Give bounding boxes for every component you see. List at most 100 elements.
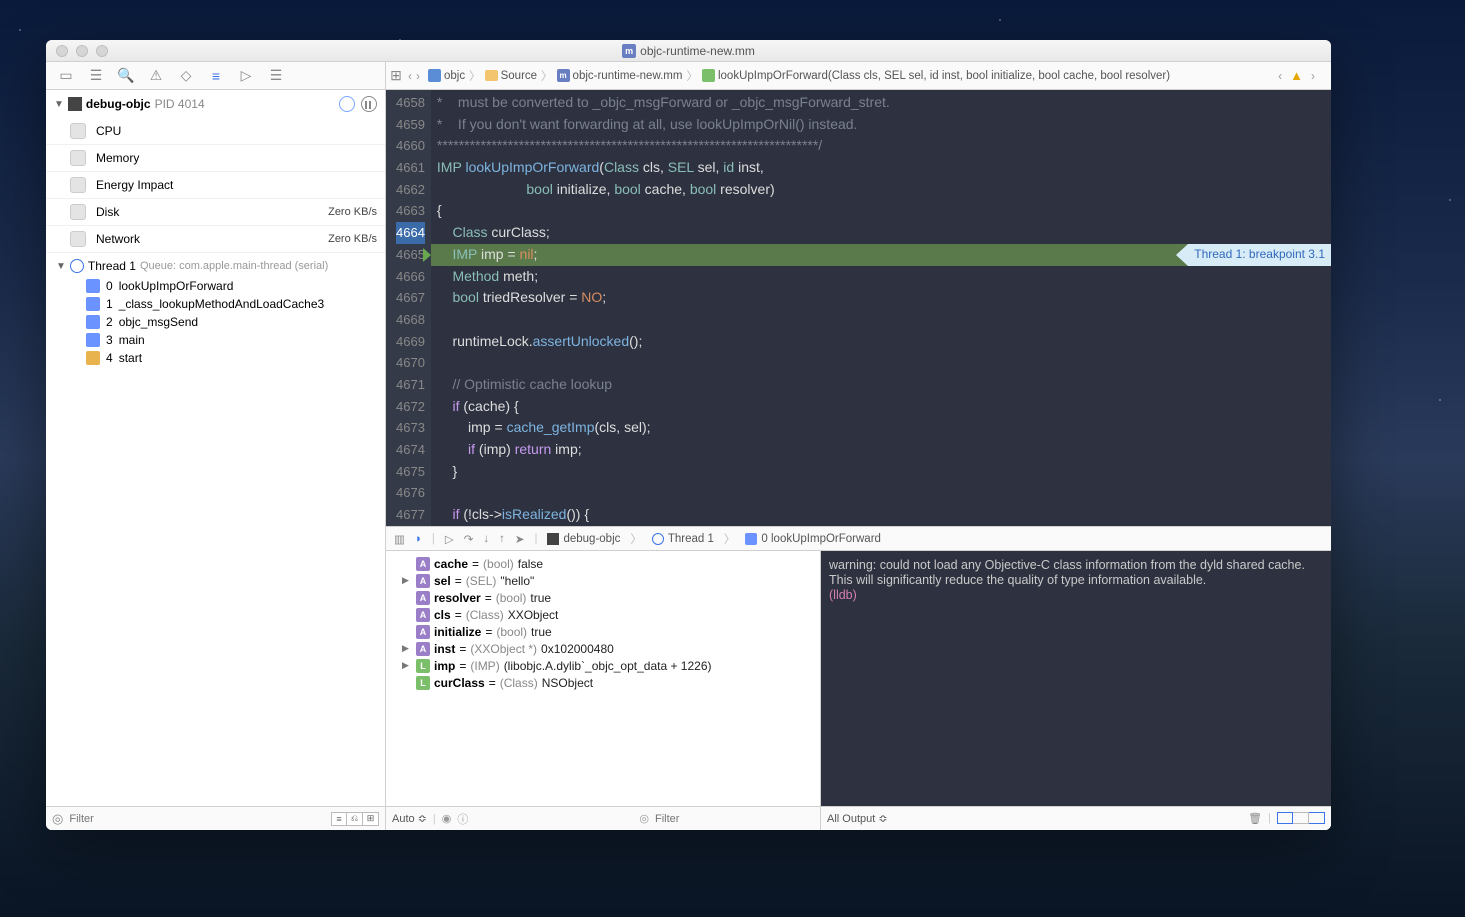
test-nav-icon[interactable]: ◇ bbox=[176, 66, 196, 86]
code-line[interactable]: IMP lookUpImpOrForward(Class cls, SEL se… bbox=[431, 157, 1331, 179]
gauge-toggle-icon[interactable] bbox=[339, 96, 355, 112]
stack-frame[interactable]: 0 lookUpImpOrForward bbox=[46, 277, 385, 295]
code-line[interactable]: Class curClass; bbox=[431, 222, 1331, 244]
gutter-line[interactable]: 4676 bbox=[396, 482, 425, 504]
clear-console-icon[interactable]: 🗑 bbox=[1248, 812, 1262, 825]
thread-filter-segments[interactable]: ≡⎌⊞ bbox=[331, 812, 379, 826]
breakpoints-toggle-icon[interactable]: ◗ bbox=[415, 533, 422, 545]
variable-row[interactable]: L curClass = (Class) NSObject bbox=[392, 674, 814, 691]
code-line[interactable]: runtimeLock.assertUnlocked(); bbox=[431, 331, 1331, 353]
debug-panes-toggle[interactable] bbox=[1277, 812, 1325, 825]
gutter-line[interactable]: 4666 bbox=[396, 266, 425, 288]
gutter-line[interactable]: 4658 bbox=[396, 92, 425, 114]
gutter-line[interactable]: 4665 bbox=[396, 244, 425, 266]
disclosure-icon[interactable]: ▶ bbox=[402, 643, 412, 654]
variables-list[interactable]: A cache = (bool) false▶ A sel = (SEL) "h… bbox=[386, 551, 820, 806]
variables-mode-select[interactable]: Auto ≎ bbox=[392, 812, 427, 825]
code-line[interactable]: imp = cache_getImp(cls, sel); bbox=[431, 417, 1331, 439]
code-line[interactable] bbox=[431, 352, 1331, 374]
warning-icon[interactable]: ▲ bbox=[1290, 68, 1303, 83]
filter-threads-icon[interactable] bbox=[361, 96, 377, 112]
code-line[interactable]: bool initialize, bool cache, bool resolv… bbox=[431, 179, 1331, 201]
debug-nav-icon[interactable]: ≡ bbox=[206, 66, 226, 86]
gauge-row-cpu[interactable]: CPU bbox=[46, 118, 385, 144]
code-line[interactable]: } bbox=[431, 461, 1331, 483]
print-description-icon[interactable]: ⓘ bbox=[457, 811, 468, 827]
dbg-frame-crumb[interactable]: 0 lookUpImpOrForward bbox=[745, 533, 881, 545]
thread-row[interactable]: ▼ Thread 1 Queue: com.apple.main-thread … bbox=[46, 252, 385, 277]
variables-filter-input[interactable] bbox=[655, 813, 814, 825]
hide-debug-icon[interactable]: ▥ bbox=[394, 532, 405, 546]
stack-frame[interactable]: 1 _class_lookupMethodAndLoadCache3 bbox=[46, 295, 385, 313]
step-out-icon[interactable]: ↑ bbox=[499, 533, 505, 545]
gutter-line[interactable]: 4667 bbox=[396, 287, 425, 309]
code-line[interactable]: ****************************************… bbox=[431, 135, 1331, 157]
gauge-row-network[interactable]: Network Zero KB/s bbox=[46, 225, 385, 252]
code-line[interactable]: if (!cls->isRealized()) { bbox=[431, 504, 1331, 526]
gutter-line[interactable]: 4660 bbox=[396, 135, 425, 157]
disclosure-icon[interactable]: ▶ bbox=[402, 660, 412, 671]
prev-issue-icon[interactable]: ‹ bbox=[1276, 69, 1284, 83]
gutter-line[interactable]: 4664 bbox=[396, 222, 425, 244]
line-gutter[interactable]: 4658465946604661466246634664466546664667… bbox=[386, 90, 431, 526]
step-in-icon[interactable]: ↓ bbox=[483, 533, 489, 545]
view-debug-icon[interactable]: ➤ bbox=[515, 532, 525, 546]
gutter-line[interactable]: 4661 bbox=[396, 157, 425, 179]
code-line[interactable]: // Optimistic cache lookup bbox=[431, 374, 1331, 396]
breakpoint-nav-icon[interactable]: ▷ bbox=[236, 66, 256, 86]
gutter-line[interactable]: 4669 bbox=[396, 331, 425, 353]
back-icon[interactable]: ‹ bbox=[406, 69, 414, 83]
gutter-line[interactable]: 4662 bbox=[396, 179, 425, 201]
variable-row[interactable]: ▶ A sel = (SEL) "hello" bbox=[392, 572, 814, 589]
search-nav-icon[interactable]: 🔍 bbox=[116, 66, 136, 86]
dbg-process-crumb[interactable]: debug-objc bbox=[547, 533, 620, 545]
console-mode-select[interactable]: All Output ≎ bbox=[827, 812, 888, 825]
navigator-filter-input[interactable] bbox=[69, 813, 325, 825]
gutter-line[interactable]: 4674 bbox=[396, 439, 425, 461]
code-line[interactable] bbox=[431, 309, 1331, 331]
gauge-row-disk[interactable]: Disk Zero KB/s bbox=[46, 198, 385, 225]
gutter-line[interactable]: 4677 bbox=[396, 504, 425, 526]
gutter-line[interactable]: 4663 bbox=[396, 200, 425, 222]
gutter-line[interactable]: 4673 bbox=[396, 417, 425, 439]
next-issue-icon[interactable]: › bbox=[1309, 69, 1317, 83]
continue-icon[interactable]: ▷ bbox=[445, 532, 454, 546]
stack-frame[interactable]: 4 start bbox=[46, 349, 385, 367]
filter-icon[interactable]: ◎ bbox=[52, 811, 63, 827]
gutter-line[interactable]: 4659 bbox=[396, 114, 425, 136]
disclosure-icon[interactable]: ▼ bbox=[54, 99, 64, 110]
code-line[interactable]: if (cache) { bbox=[431, 396, 1331, 418]
stack-frame[interactable]: 3 main bbox=[46, 331, 385, 349]
forward-icon[interactable]: › bbox=[414, 69, 422, 83]
code-line[interactable] bbox=[431, 482, 1331, 504]
related-items-icon[interactable]: ⊞ bbox=[386, 66, 406, 86]
gutter-line[interactable]: 4675 bbox=[396, 461, 425, 483]
symbol-nav-icon[interactable]: ☰ bbox=[86, 66, 106, 86]
gutter-line[interactable]: 4670 bbox=[396, 352, 425, 374]
variable-row[interactable]: A initialize = (bool) true bbox=[392, 623, 814, 640]
source-editor[interactable]: 4658465946604661466246634664466546664667… bbox=[386, 90, 1331, 526]
issue-nav-icon[interactable]: ⚠ bbox=[146, 66, 166, 86]
process-row[interactable]: ▼ debug-objc PID 4014 bbox=[46, 90, 385, 118]
variable-row[interactable]: ▶ L imp = (IMP) (libobjc.A.dylib`_objc_o… bbox=[392, 657, 814, 674]
quicklook-icon[interactable]: ◉ bbox=[442, 812, 452, 825]
code-line[interactable]: if (imp) return imp; bbox=[431, 439, 1331, 461]
console-output[interactable]: warning: could not load any Objective-C … bbox=[821, 551, 1331, 806]
variable-row[interactable]: ▶ A inst = (XXObject *) 0x102000480 bbox=[392, 640, 814, 657]
code-line[interactable]: * must be converted to _objc_msgForward … bbox=[431, 92, 1331, 114]
disclosure-icon[interactable]: ▼ bbox=[56, 261, 66, 272]
gutter-line[interactable]: 4672 bbox=[396, 396, 425, 418]
jump-bar[interactable]: objc 〉 Source 〉 m objc-runtime-new.mm 〉 … bbox=[422, 68, 1331, 84]
project-nav-icon[interactable]: ▭ bbox=[56, 66, 76, 86]
step-over-icon[interactable]: ↷ bbox=[464, 532, 474, 546]
gutter-line[interactable]: 4671 bbox=[396, 374, 425, 396]
variable-row[interactable]: A resolver = (bool) true bbox=[392, 589, 814, 606]
stack-frame[interactable]: 2 objc_msgSend bbox=[46, 313, 385, 331]
code-line[interactable]: Method meth; bbox=[431, 266, 1331, 288]
code-line[interactable]: * If you don't want forwarding at all, u… bbox=[431, 114, 1331, 136]
gutter-line[interactable]: 4668 bbox=[396, 309, 425, 331]
filter-icon[interactable]: ◎ bbox=[639, 812, 649, 825]
gauge-row-memory[interactable]: Memory bbox=[46, 144, 385, 171]
dbg-thread-crumb[interactable]: Thread 1 bbox=[652, 533, 714, 545]
report-nav-icon[interactable]: ☰ bbox=[266, 66, 286, 86]
